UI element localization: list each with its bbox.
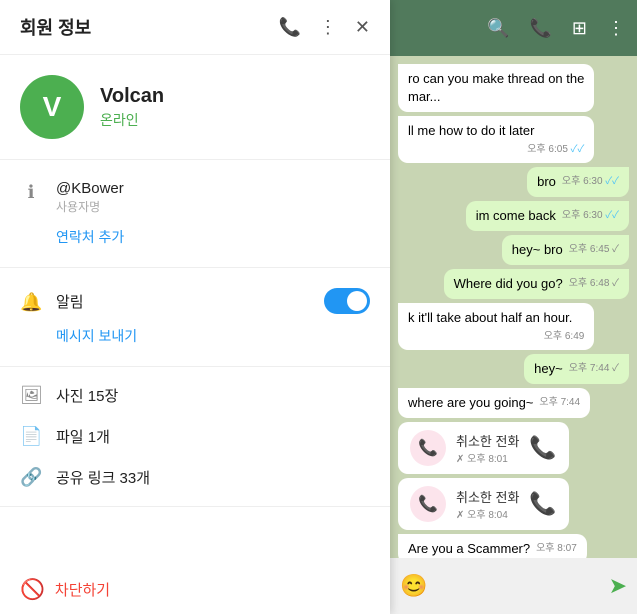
msg-text: hey~ <box>534 361 563 376</box>
call-info: 취소한 전화 ✗ 오후 8:01 <box>456 431 519 465</box>
panel-header-actions: 📞 ⋮ ✕ <box>278 17 370 38</box>
phone-icon[interactable]: 📞 <box>529 18 551 39</box>
block-icon: 🚫 <box>20 577 45 602</box>
photo-icon: 🖼 <box>20 385 42 406</box>
profile-status: 온라인 <box>100 110 164 130</box>
call-label: 취소한 전화 <box>456 431 519 450</box>
msg-text: ro can you make thread on the mar... <box>408 71 584 104</box>
layout-icon[interactable]: ⊞ <box>572 18 587 39</box>
info-icon: ℹ <box>20 182 42 203</box>
message-3: bro 오후 6:30 <box>527 167 629 197</box>
notification-section: 🔔 알림 메시지 보내기 <box>0 268 390 367</box>
info-section: ℹ @KBower 사용자명 연락처 추가 <box>0 160 390 268</box>
call-time2: ✗ 오후 8:04 <box>456 506 519 521</box>
msg-text: k it'll take about half an hour. <box>408 310 572 325</box>
panel-close-icon[interactable]: ✕ <box>355 17 370 38</box>
chat-input-bar: 😊 ➤ <box>390 558 637 614</box>
link-icon: 🔗 <box>20 467 42 488</box>
msg-text: ll me how to do it later <box>408 123 534 138</box>
call-time: ✗ 오후 8:01 <box>456 450 519 465</box>
msg-text: where are you going~ <box>408 395 533 410</box>
panel-more-icon[interactable]: ⋮ <box>319 17 337 38</box>
info-content: @KBower 사용자명 <box>56 180 124 215</box>
call-label2: 취소한 전화 <box>456 487 519 506</box>
profile-name: Volcan <box>100 85 164 108</box>
call-cancelled-icon: 📞 <box>410 430 446 466</box>
chat-header-icons: 🔍 📞 ⊞ ⋮ <box>487 18 625 39</box>
message-5: hey~ bro 오후 6:45 <box>502 235 629 265</box>
msg-time: 오후 6:49 <box>544 330 585 344</box>
files-label: 파일 1개 <box>56 426 110 447</box>
msg-time: 오후 6:45 <box>569 243 619 257</box>
msg-time: 오후 6:30 <box>562 175 619 189</box>
call-message-10: 📞 취소한 전화 ✗ 오후 8:01 📞 <box>398 422 569 474</box>
panel-header: 회원 정보 📞 ⋮ ✕ <box>0 0 390 55</box>
profile-section: V Volcan 온라인 <box>0 55 390 160</box>
side-panel: 회원 정보 📞 ⋮ ✕ V Volcan 온라인 ℹ @KBower 사용자명 … <box>0 0 390 614</box>
links-label: 공유 링크 33개 <box>56 467 150 488</box>
media-row-photos[interactable]: 🖼 사진 15장 <box>0 375 390 416</box>
message-1: ro can you make thread on the mar... <box>398 64 594 112</box>
send-button[interactable]: ➤ <box>609 573 627 599</box>
message-8: hey~ 오후 7:44 <box>524 354 629 384</box>
file-icon: 📄 <box>20 426 42 447</box>
msg-text: hey~ bro <box>512 242 563 257</box>
call-message-11: 📞 취소한 전화 ✗ 오후 8:04 📞 <box>398 478 569 530</box>
msg-time: 오후 8:07 <box>536 542 577 556</box>
message-12: Are you a Scammer? 오후 8:07 <box>398 534 587 558</box>
message-7: k it'll take about half an hour. 오후 6:49 <box>398 303 594 349</box>
panel-phone-icon[interactable]: 📞 <box>278 17 300 38</box>
msg-text: Where did you go? <box>454 276 563 291</box>
block-button[interactable]: 🚫 차단하기 <box>20 577 370 602</box>
call-info2: 취소한 전화 ✗ 오후 8:04 <box>456 487 519 521</box>
panel-title: 회원 정보 <box>20 14 91 40</box>
message-2: ll me how to do it later 오후 6:05 <box>398 116 594 162</box>
msg-time: 오후 6:05 <box>527 143 584 157</box>
photos-label: 사진 15장 <box>56 385 118 406</box>
phone-call-icon2: 📞 <box>529 491 556 517</box>
info-row-username: ℹ @KBower 사용자명 <box>0 172 390 223</box>
msg-text: im come back <box>476 208 556 223</box>
profile-info: Volcan 온라인 <box>100 85 164 130</box>
notification-row: 🔔 알림 <box>0 280 390 322</box>
phone-call-icon: 📞 <box>529 435 556 461</box>
notification-toggle[interactable] <box>324 288 370 314</box>
add-contact-link[interactable]: 연락처 추가 <box>0 223 390 255</box>
more-icon[interactable]: ⋮ <box>607 18 625 39</box>
call-cancelled-icon2: 📞 <box>410 486 446 522</box>
chat-messages: ro can you make thread on the mar... ll … <box>390 56 637 558</box>
notification-label: 알림 <box>56 291 84 312</box>
bell-icon: 🔔 <box>20 292 42 313</box>
block-label: 차단하기 <box>55 579 110 600</box>
msg-text: Are you a Scammer? <box>408 541 530 556</box>
msg-time: 오후 7:44 <box>539 396 580 410</box>
media-row-links[interactable]: 🔗 공유 링크 33개 <box>0 457 390 498</box>
send-message-link[interactable]: 메시지 보내기 <box>0 322 390 354</box>
msg-time: 오후 7:44 <box>569 362 619 376</box>
message-4: im come back 오후 6:30 <box>466 201 629 231</box>
emoji-button[interactable]: 😊 <box>400 573 427 599</box>
block-section: 🚫 차단하기 <box>0 565 390 614</box>
search-icon[interactable]: 🔍 <box>487 18 509 39</box>
avatar: V <box>20 75 84 139</box>
msg-text: bro <box>537 174 556 189</box>
username-label: @KBower <box>56 180 124 197</box>
message-9: where are you going~ 오후 7:44 <box>398 388 590 418</box>
msg-time: 오후 6:30 <box>562 209 619 223</box>
media-row-files[interactable]: 📄 파일 1개 <box>0 416 390 457</box>
media-section: 🖼 사진 15장 📄 파일 1개 🔗 공유 링크 33개 <box>0 367 390 507</box>
username-sublabel: 사용자명 <box>56 198 124 215</box>
message-6: Where did you go? 오후 6:48 <box>444 269 629 299</box>
msg-time: 오후 6:48 <box>569 277 619 291</box>
